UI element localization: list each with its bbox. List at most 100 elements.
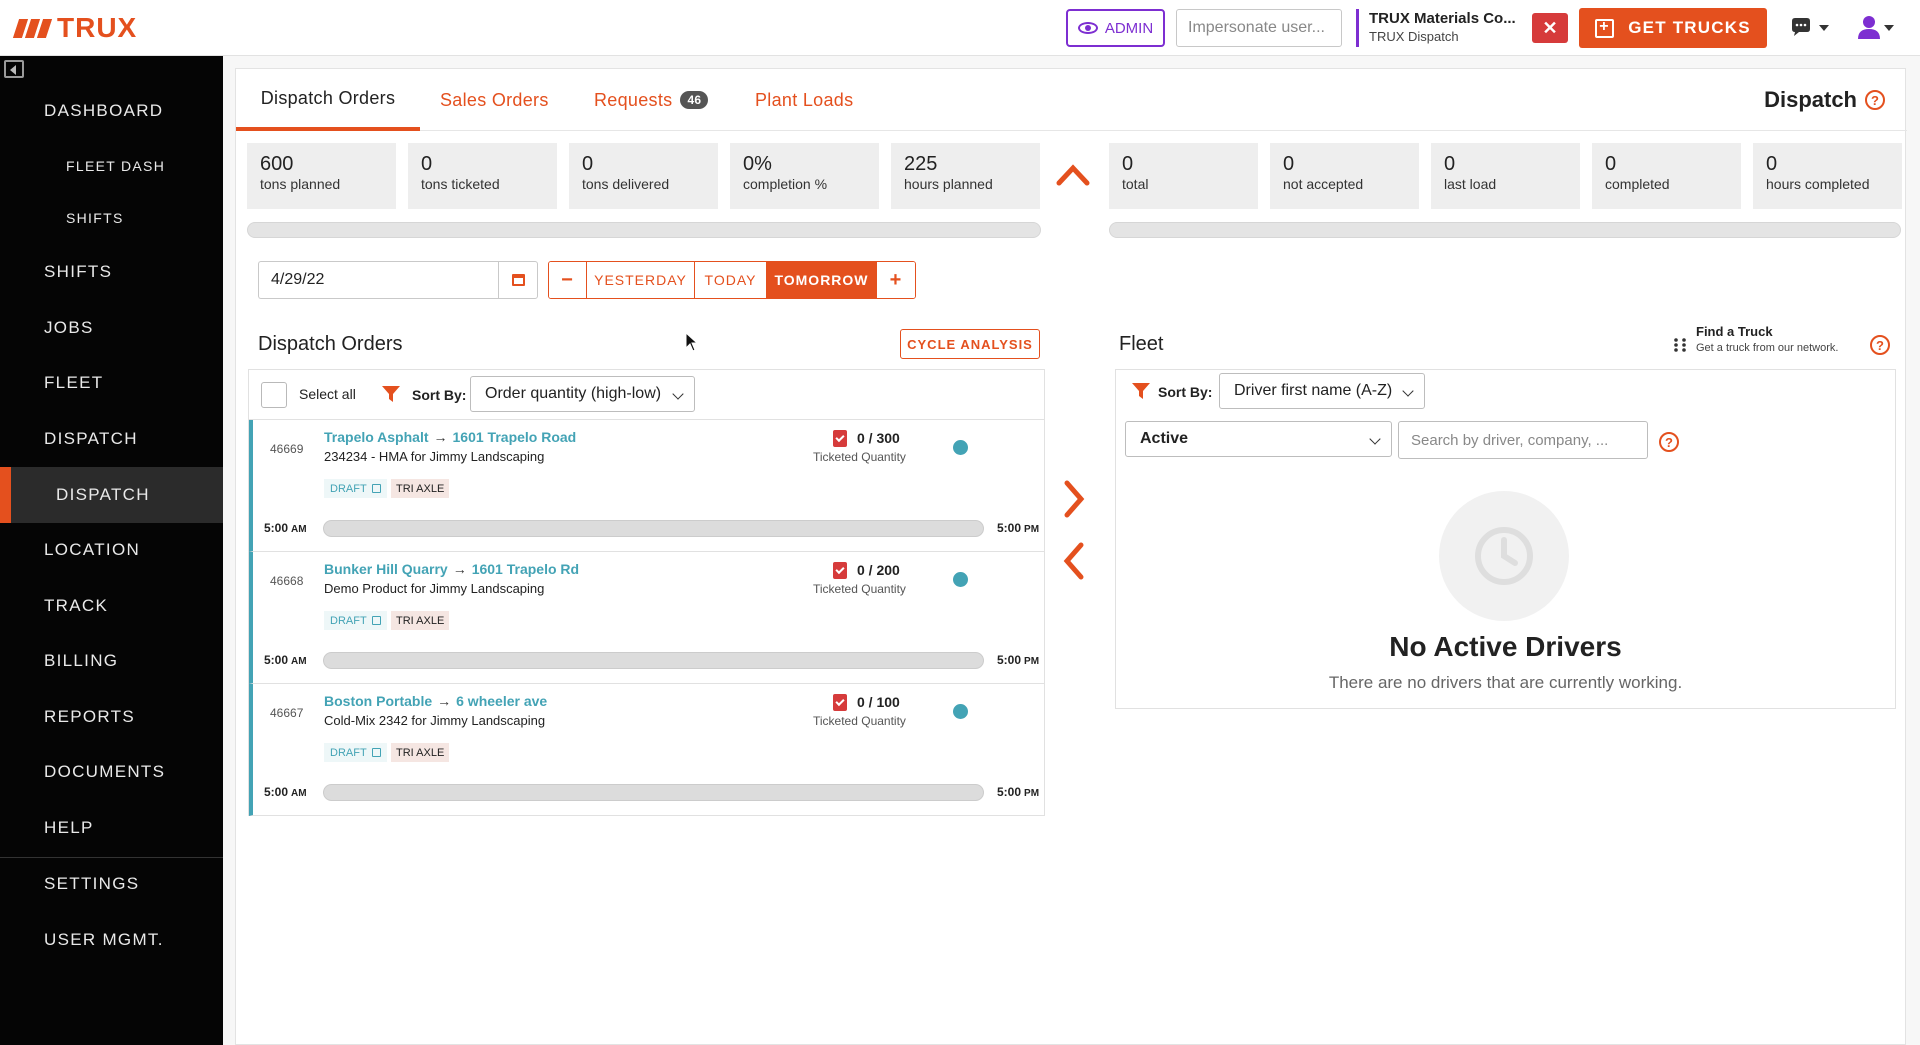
sidebar-item-documents[interactable]: DOCUMENTS [0, 744, 223, 800]
sidebar-item-label: LOCATION [44, 540, 141, 559]
find-truck-subtitle: Get a truck from our network. [1696, 342, 1839, 354]
dispatch-panel: Dispatch Orders Sales Orders Requests 46 … [235, 68, 1907, 1045]
ticketed-quantity-label: Ticketed Quantity [813, 714, 906, 728]
chat-menu-chevron-down-icon[interactable] [1819, 25, 1829, 31]
order-start-time: 5:00 AM [264, 521, 307, 535]
stat-label: tons ticketed [421, 176, 500, 192]
assign-chevron-right-icon[interactable] [1062, 479, 1086, 519]
tomorrow-button[interactable]: TOMORROW [767, 262, 877, 298]
chat-icon[interactable] [1790, 17, 1816, 39]
user-menu-chevron-down-icon[interactable] [1884, 25, 1894, 31]
sidebar-item-track[interactable]: TRACK [0, 578, 223, 634]
order-card[interactable]: 46669 Trapelo Asphalt → 1601 Trapelo Road … [249, 420, 1044, 552]
sidebar-item-shifts[interactable]: SHIFTS [0, 244, 223, 300]
trux-logo[interactable]: TRUX [12, 14, 137, 42]
unassign-chevron-left-icon[interactable] [1062, 541, 1086, 581]
driver-search-input[interactable] [1398, 421, 1648, 459]
order-origin-link[interactable]: Boston Portable [324, 693, 432, 709]
fleet-sort-select[interactable]: Driver first name (A-Z) [1219, 373, 1425, 409]
search-help-icon[interactable]: ? [1659, 432, 1679, 452]
tab-label: Requests [594, 89, 673, 110]
sidebar-item-label: SHIFTS [44, 262, 113, 281]
sidebar-item-settings[interactable]: SETTINGS [0, 856, 223, 912]
user-icon[interactable] [1856, 14, 1886, 40]
order-origin-link[interactable]: Bunker Hill Quarry [324, 561, 448, 577]
stat-label: tons delivered [582, 176, 670, 192]
order-card[interactable]: 46667 Boston Portable → 6 wheeler ave Cold… [249, 684, 1044, 816]
draft-label: DRAFT [330, 746, 367, 759]
find-a-truck-link[interactable]: Find a Truck Get a truck from our networ… [1696, 324, 1838, 354]
fleet-filter-icon[interactable] [1131, 381, 1151, 401]
tab-requests[interactable]: Requests 46 [594, 69, 709, 131]
filter-icon[interactable] [381, 384, 401, 404]
order-destination-link[interactable]: 1601 Trapelo Rd [472, 561, 579, 577]
stat-label: last load [1444, 176, 1497, 192]
tons-progress-bar [247, 222, 1041, 238]
mouse-cursor-icon [685, 332, 699, 352]
sidebar-item-dispatch[interactable]: DISPATCH [0, 411, 223, 467]
sidebar-item-dashboard-shifts[interactable]: SHIFTS [0, 190, 223, 246]
sidebar-item-location[interactable]: LOCATION [0, 522, 223, 578]
draft-badge: DRAFT [324, 743, 387, 762]
collapse-sidebar-icon[interactable] [4, 60, 24, 78]
impersonate-user-input[interactable] [1176, 9, 1342, 47]
date-input[interactable] [258, 261, 498, 299]
calendar-button[interactable] [498, 261, 538, 299]
empty-state-subtitle: There are no drivers that are currently … [1328, 673, 1683, 692]
today-button[interactable]: TODAY [695, 262, 767, 298]
arrow-right-icon: → [437, 693, 452, 709]
tab-sales-orders[interactable]: Sales Orders [440, 69, 549, 131]
start-ampm: AM [291, 788, 307, 799]
help-icon[interactable]: ? [1865, 90, 1885, 110]
order-timeline-bar [323, 784, 984, 801]
tab-label: Sales Orders [440, 89, 549, 110]
sidebar-item-jobs[interactable]: JOBS [0, 300, 223, 356]
end-time: 5:00 [997, 785, 1022, 799]
driver-status-select[interactable]: Active [1125, 421, 1392, 457]
next-day-button[interactable]: + [877, 262, 915, 298]
eye-icon [1077, 22, 1098, 34]
sidebar-item-fleet[interactable]: FLEET [0, 355, 223, 411]
sidebar-item-fleet-dash[interactable]: FLEET DASH [0, 138, 223, 194]
company-name: TRUX Materials Co... [1369, 10, 1516, 27]
sidebar: DASHBOARD FLEET DASH SHIFTS SHIFTS JOBS … [0, 56, 223, 1045]
sidebar-item-reports[interactable]: REPORTS [0, 689, 223, 745]
arrow-right-icon: → [433, 429, 448, 445]
order-route: Trapelo Asphalt → 1601 Trapelo Road [324, 429, 576, 445]
sidebar-item-dispatch-active[interactable]: DISPATCH [0, 467, 223, 523]
sidebar-item-billing[interactable]: BILLING [0, 633, 223, 689]
sidebar-item-help[interactable]: HELP [0, 800, 223, 856]
select-all-label: Select all [299, 386, 356, 402]
cycle-analysis-button[interactable]: CYCLE ANALYSIS [900, 329, 1040, 359]
tab-plant-loads[interactable]: Plant Loads [755, 69, 853, 131]
order-start-time: 5:00 AM [264, 653, 307, 667]
clock-icon [1475, 527, 1533, 585]
order-destination-link[interactable]: 6 wheeler ave [456, 693, 547, 709]
fleet-sort-by-label: Sort By: [1158, 384, 1213, 400]
stat-value: 0 [1766, 153, 1778, 175]
end-impersonation-button[interactable]: ✕ [1532, 13, 1568, 43]
order-destination-link[interactable]: 1601 Trapelo Road [453, 429, 577, 445]
tab-dispatch-orders[interactable]: Dispatch Orders [236, 69, 420, 131]
collapse-stats-chevron-up-icon[interactable] [1056, 161, 1090, 187]
get-trucks-button[interactable]: GET TRUCKS [1579, 8, 1767, 48]
stat-tons-delivered: 0 tons delivered [569, 143, 718, 209]
sidebar-item-label: DISPATCH [44, 429, 138, 448]
order-card[interactable]: 46668 Bunker Hill Quarry → 1601 Trapelo Rd… [249, 552, 1044, 684]
orders-sort-select[interactable]: Order quantity (high-low) [470, 376, 695, 412]
previous-day-button[interactable]: − [549, 262, 587, 298]
truck-type-badge: TRI AXLE [391, 611, 450, 630]
sidebar-item-user-mgmt[interactable]: USER MGMT. [0, 912, 223, 968]
orders-sort-value: Order quantity (high-low) [485, 385, 662, 402]
ticketed-quantity-value: 0 / 300 [857, 430, 900, 446]
yesterday-button[interactable]: YESTERDAY [587, 262, 695, 298]
select-all-checkbox[interactable] [261, 382, 287, 408]
status-dot [953, 440, 968, 455]
fleet-help-icon[interactable]: ? [1870, 335, 1890, 355]
sidebar-item-dashboard[interactable]: DASHBOARD [0, 83, 223, 139]
order-origin-link[interactable]: Trapelo Asphalt [324, 429, 429, 445]
stat-completed: 0 completed [1592, 143, 1741, 209]
tab-bar: Dispatch Orders Sales Orders Requests 46 … [236, 69, 1907, 131]
admin-button[interactable]: ADMIN [1066, 9, 1165, 47]
drag-handle-icon[interactable] [1673, 337, 1687, 353]
